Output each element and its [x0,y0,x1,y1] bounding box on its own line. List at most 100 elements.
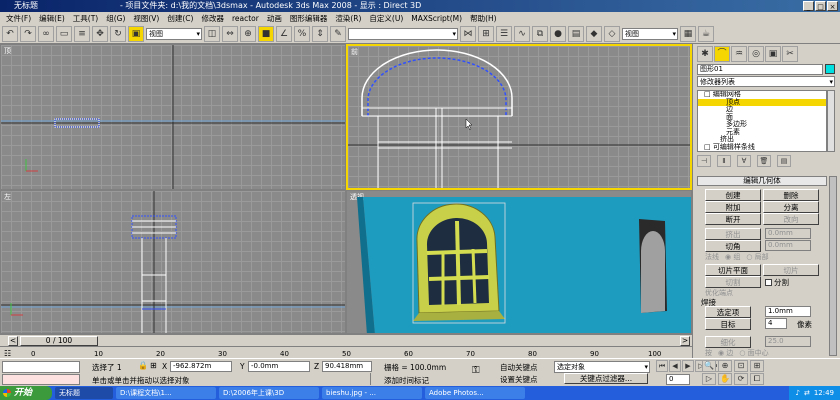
attach-button[interactable]: 附加 [705,201,761,213]
menu-file[interactable]: 文件(F) [2,13,35,24]
zoom-extents-all-icon[interactable]: ⊞ [750,360,764,372]
snap-icon[interactable]: ⊕ [240,25,256,42]
scale-icon[interactable]: ▣ [128,25,144,42]
task-folder-1[interactable]: D:\课程文档\1... [116,387,216,399]
zoom-extents-icon[interactable]: ⊡ [734,360,748,372]
tessellate-tension-field[interactable]: 25.0 [765,336,811,347]
by-face-center-radio[interactable]: ○ 面中心 [739,348,768,358]
menu-create[interactable]: 创建(C) [163,13,197,24]
render-icon[interactable]: ◆ [586,25,602,42]
link-icon[interactable]: ∞ [38,25,54,42]
rotate-icon[interactable]: ↻ [110,25,126,42]
chamfer-amount-field[interactable]: 0.0mm [765,240,811,251]
viewport-top[interactable]: 顶 [0,44,346,190]
mirror-icon[interactable]: ⇔ [222,25,238,42]
clock[interactable]: 12:49 [814,386,834,400]
menu-maxscript[interactable]: MAXScript(M) [407,14,466,23]
task-3dsmax[interactable]: 无标题 [55,387,113,399]
play-icon[interactable]: ▶ [682,360,694,372]
command-panel-scrollbar[interactable] [829,176,837,356]
pan-icon[interactable]: ✋ [718,373,732,385]
maxscript-output-mini[interactable] [2,374,80,385]
angle-snap-icon[interactable]: ∠ [276,25,292,42]
stack-scrollbar[interactable] [827,90,835,152]
time-next-button[interactable]: > [680,336,690,346]
weld-target-pixels-field[interactable]: 4 [765,318,787,329]
render-setup-icon[interactable]: ▤ [568,25,584,42]
menu-rendering[interactable]: 渲染(R) [331,13,365,24]
curve-editor-icon[interactable]: ∿ [514,25,530,42]
material-editor-icon[interactable]: ● [550,25,566,42]
move-icon[interactable]: ✥ [92,25,108,42]
menu-modifiers[interactable]: 修改器 [197,13,228,24]
remove-modifier-icon[interactable]: 🗑 [757,155,771,167]
normal-local-radio[interactable]: ○ 局部 [746,252,768,262]
create-button[interactable]: 创建 [705,189,761,201]
close-button[interactable]: × [827,1,838,11]
key-filters-button[interactable]: 关键点过滤器... [564,373,648,384]
set-key-label[interactable]: 设置关键点 [500,374,538,385]
menu-customize[interactable]: 自定义(U) [365,13,407,24]
weld-threshold-field[interactable]: 1.0mm [765,306,811,317]
mirror-tool-icon[interactable]: ⋈ [460,25,476,42]
detach-button[interactable]: 分离 [763,201,819,213]
menu-animation[interactable]: 动画 [263,13,286,24]
menu-tools[interactable]: 工具(T) [69,13,102,24]
extrude-button[interactable]: 挤出 [705,228,761,240]
menu-edit[interactable]: 编辑(E) [35,13,69,24]
display-tab-icon[interactable]: ▣ [765,46,781,62]
rollout-edit-geometry-title[interactable]: 编辑几何体 [697,176,827,186]
make-unique-icon[interactable]: ∀ [737,155,751,167]
maximize-button[interactable]: □ [815,1,826,11]
time-slider-track[interactable]: < 0 / 100 > [0,334,692,346]
by-edge-radio[interactable]: ◉ 边 [718,348,733,358]
auto-key-label[interactable]: 自动关键点 [500,362,538,373]
stack-item-editable-spline[interactable]: □ 可编辑样条线 [698,143,826,152]
z-coordinate-field[interactable]: 90.418mm [322,361,372,372]
pin-stack-icon[interactable]: ⊣ [697,155,711,167]
split-checkbox[interactable] [765,279,772,286]
layer-icon[interactable]: ☰ [496,25,512,42]
teapot-icon[interactable]: ☕ [698,25,714,42]
hierarchy-tab-icon[interactable]: ♒ [731,46,747,62]
viewport-front[interactable]: 前 [346,44,692,190]
stack-item-element[interactable]: 元素 [698,128,826,137]
render-frame-icon[interactable]: ▦ [680,25,696,42]
stack-item-face[interactable]: 面 [698,113,826,122]
menu-graph-editors[interactable]: 图形编辑器 [286,13,332,24]
stack-item-vertex[interactable]: 顶点 [698,98,826,106]
key-icon[interactable]: ⚿ [472,365,480,376]
slice-button[interactable]: 切片 [763,264,819,276]
show-end-result-icon[interactable]: Ⅱ [717,155,731,167]
menu-group[interactable]: 组(G) [102,13,129,24]
menu-views[interactable]: 视图(V) [129,13,163,24]
minimize-button[interactable]: _ [803,1,814,11]
maximize-viewport-icon[interactable]: ⧠ [750,373,764,385]
tessellate-button[interactable]: 细化 [705,336,751,348]
chamfer-button[interactable]: 切角 [705,240,761,252]
cut-button[interactable]: 切割 [705,276,761,288]
align-icon[interactable]: ⊞ [478,25,494,42]
time-prev-button[interactable]: < [8,336,18,346]
modify-tab-icon[interactable]: ⌒ [714,46,730,62]
go-to-start-icon[interactable]: ⏮ [656,360,668,372]
lock-selection-icon[interactable]: 🔒 [138,361,148,370]
quick-render-icon[interactable]: ◇ [604,25,620,42]
stack-item-polygon[interactable]: 多边形 [698,120,826,129]
motion-tab-icon[interactable]: ◎ [748,46,764,62]
menu-help[interactable]: 帮助(H) [466,13,501,24]
previous-frame-icon[interactable]: ◀ [669,360,681,372]
redo-icon[interactable]: ↷ [20,25,36,42]
weld-target-button[interactable]: 目标 [705,318,751,330]
orbit-icon[interactable]: ⟳ [734,373,748,385]
stack-item-edge[interactable]: 边 [698,105,826,114]
field-of-view-icon[interactable]: ▷ [702,373,716,385]
key-selection-set-select[interactable]: 选定对象 [554,361,650,373]
modifier-list-select[interactable]: 修改器列表 [697,76,835,87]
network-icon[interactable]: ⇄ [804,386,810,400]
zoom-icon[interactable]: 🔍 [702,360,716,372]
zoom-all-icon[interactable]: ⊕ [718,360,732,372]
named-selection-icon[interactable]: ✎ [330,25,346,42]
cube-icon[interactable]: ■ [258,25,274,42]
select-by-name-icon[interactable]: ≡ [74,25,90,42]
